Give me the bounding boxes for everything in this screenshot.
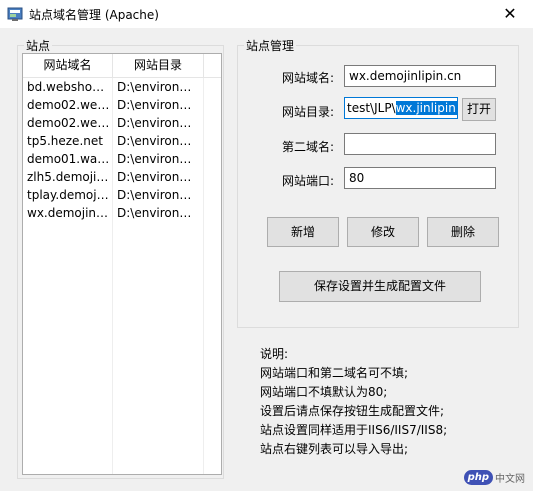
delete-button[interactable]: 删除 bbox=[427, 217, 499, 247]
domain-label: 网站域名: bbox=[281, 71, 334, 85]
note-line: 设置后请点保存按钮生成配置文件; bbox=[260, 404, 445, 418]
notes-section: 说明: 网站端口和第二域名可不填; 网站端口不填默认为80; 设置后请点保存按钮… bbox=[260, 345, 447, 459]
table-row[interactable]: bd.webshop.net D:\environme... bbox=[23, 78, 221, 96]
directory-field-value: test\JLP\ bbox=[347, 101, 396, 115]
note-line: 网站端口和第二域名可不填; bbox=[260, 366, 409, 380]
site-directory-cell: D:\environme... bbox=[117, 188, 199, 202]
domain-field[interactable]: wx.demojinlipin.cn bbox=[344, 65, 496, 87]
port-field[interactable]: 80 bbox=[344, 167, 496, 189]
second-domain-field[interactable] bbox=[344, 133, 496, 155]
note-line: 站点右键列表可以导入导出; bbox=[260, 442, 409, 456]
close-icon: ✕ bbox=[503, 4, 517, 23]
table-row[interactable]: demo02.websh... D:\environme... bbox=[23, 96, 221, 114]
sites-group-label: 站点 bbox=[26, 39, 51, 53]
column-header-domain[interactable]: 网站域名 bbox=[23, 54, 113, 77]
site-domain-cell: tp5.heze.net bbox=[27, 134, 103, 148]
port-field-value: 80 bbox=[349, 171, 365, 185]
note-line: 网站端口不填默认为80; bbox=[260, 385, 388, 399]
close-button[interactable]: ✕ bbox=[487, 0, 533, 28]
site-directory-cell: D:\environme... bbox=[117, 134, 199, 148]
list-header: 网站域名 网站目录 bbox=[23, 54, 221, 78]
table-row[interactable]: tplay.demojinli... D:\environme... bbox=[23, 186, 221, 204]
column-header-directory[interactable]: 网站目录 bbox=[113, 54, 204, 77]
site-domain-cell: demo02.websh... bbox=[27, 116, 111, 130]
site-directory-cell: D:\environme... bbox=[117, 206, 199, 220]
app-icon bbox=[7, 7, 23, 21]
table-row[interactable]: tp5.heze.net D:\environme... bbox=[23, 132, 221, 150]
notes-title: 说明: bbox=[260, 347, 289, 361]
site-directory-cell: D:\environme... bbox=[117, 116, 199, 130]
window-title: 站点域名管理 (Apache) bbox=[29, 8, 159, 22]
add-button[interactable]: 新增 bbox=[267, 217, 339, 247]
watermark-text: 中文网 bbox=[495, 474, 525, 485]
site-domain-cell: zlh5.demojinlip... bbox=[27, 170, 111, 184]
watermark-logo: php bbox=[463, 470, 493, 485]
site-domain-cell: bd.webshop.net bbox=[27, 80, 111, 94]
directory-field-selection: wx.jinlipin.cn bbox=[395, 101, 457, 115]
edit-button[interactable]: 修改 bbox=[347, 217, 419, 247]
site-directory-cell: D:\environme... bbox=[117, 152, 199, 166]
table-row[interactable]: demo02.websh... D:\environme... bbox=[23, 114, 221, 132]
title-bar: 站点域名管理 (Apache) ✕ bbox=[0, 0, 533, 28]
site-domain-cell: demo02.websh... bbox=[27, 98, 111, 112]
watermark: php 中文网 bbox=[463, 470, 525, 485]
site-domain-cell: demo01.wangs... bbox=[27, 152, 111, 166]
port-label: 网站端口: bbox=[281, 174, 334, 188]
note-line: 站点设置同样适用于IIS6/IIS7/IIS8; bbox=[260, 423, 448, 437]
domain-field-value: wx.demojinlipin.cn bbox=[349, 69, 462, 83]
open-button[interactable]: 打开 bbox=[462, 98, 496, 121]
site-directory-cell: D:\environme... bbox=[117, 98, 199, 112]
site-domain-cell: wx.demojinlipi... bbox=[27, 206, 111, 220]
table-row[interactable]: demo01.wangs... D:\environme... bbox=[23, 150, 221, 168]
site-directory-cell: D:\environme... bbox=[117, 80, 199, 94]
directory-label: 网站目录: bbox=[281, 105, 334, 119]
second-domain-label: 第二域名: bbox=[281, 140, 334, 154]
directory-field[interactable]: test\JLP\wx.jinlipin.cn bbox=[344, 97, 458, 119]
table-row[interactable]: wx.demojinlipi... D:\environme... bbox=[23, 204, 221, 222]
table-row[interactable]: zlh5.demojinlip... D:\environme... bbox=[23, 168, 221, 186]
list-body: bd.webshop.net D:\environme... demo02.we… bbox=[23, 78, 221, 222]
save-and-generate-config-button[interactable]: 保存设置并生成配置文件 bbox=[279, 271, 481, 302]
site-directory-cell: D:\environme... bbox=[117, 170, 199, 184]
site-domain-cell: tplay.demojinli... bbox=[27, 188, 111, 202]
site-management-label: 站点管理 bbox=[246, 39, 295, 53]
sites-list[interactable]: 网站域名 网站目录 bd.webshop.net D:\environme...… bbox=[22, 53, 222, 475]
